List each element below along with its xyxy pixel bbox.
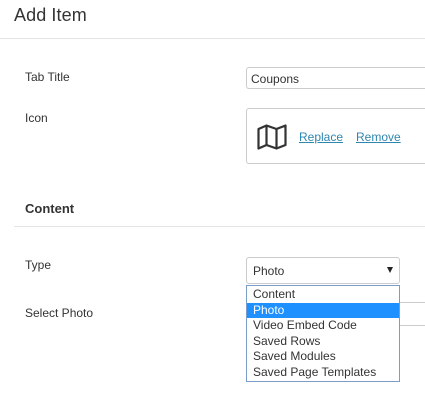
tab-title-value: Coupons — [251, 72, 300, 86]
type-option-saved-rows[interactable]: Saved Rows — [247, 334, 399, 350]
type-option-content[interactable]: Content — [247, 287, 399, 303]
content-section-title: Content — [25, 201, 75, 216]
icon-label: Icon — [25, 111, 48, 125]
dialog-title: Add Item — [14, 5, 87, 25]
type-label: Type — [25, 258, 52, 272]
select-photo-label: Select Photo — [25, 306, 94, 320]
tab-title-label: Tab Title — [25, 70, 70, 84]
type-option-saved-modules[interactable]: Saved Modules — [247, 349, 399, 365]
remove-icon-link[interactable]: Remove — [356, 130, 401, 144]
section-divider — [14, 226, 425, 227]
dialog-header: Add Item — [0, 0, 425, 39]
replace-icon-link[interactable]: Replace — [299, 130, 343, 144]
icon-picker: Replace Remove — [246, 108, 425, 164]
type-select-value: Photo — [253, 264, 285, 278]
type-option-photo[interactable]: Photo — [247, 302, 399, 318]
type-dropdown-list: Content Photo Video Embed Code Saved Row… — [246, 285, 400, 382]
type-option-video-embed-code[interactable]: Video Embed Code — [247, 318, 399, 334]
map-icon — [257, 124, 287, 150]
type-select[interactable]: Photo — [246, 257, 400, 284]
type-option-saved-page-templates[interactable]: Saved Page Templates — [247, 365, 399, 381]
select-photo-field[interactable] — [399, 302, 425, 326]
chevron-down-icon — [387, 267, 393, 273]
tab-title-input[interactable]: Coupons — [246, 67, 425, 89]
